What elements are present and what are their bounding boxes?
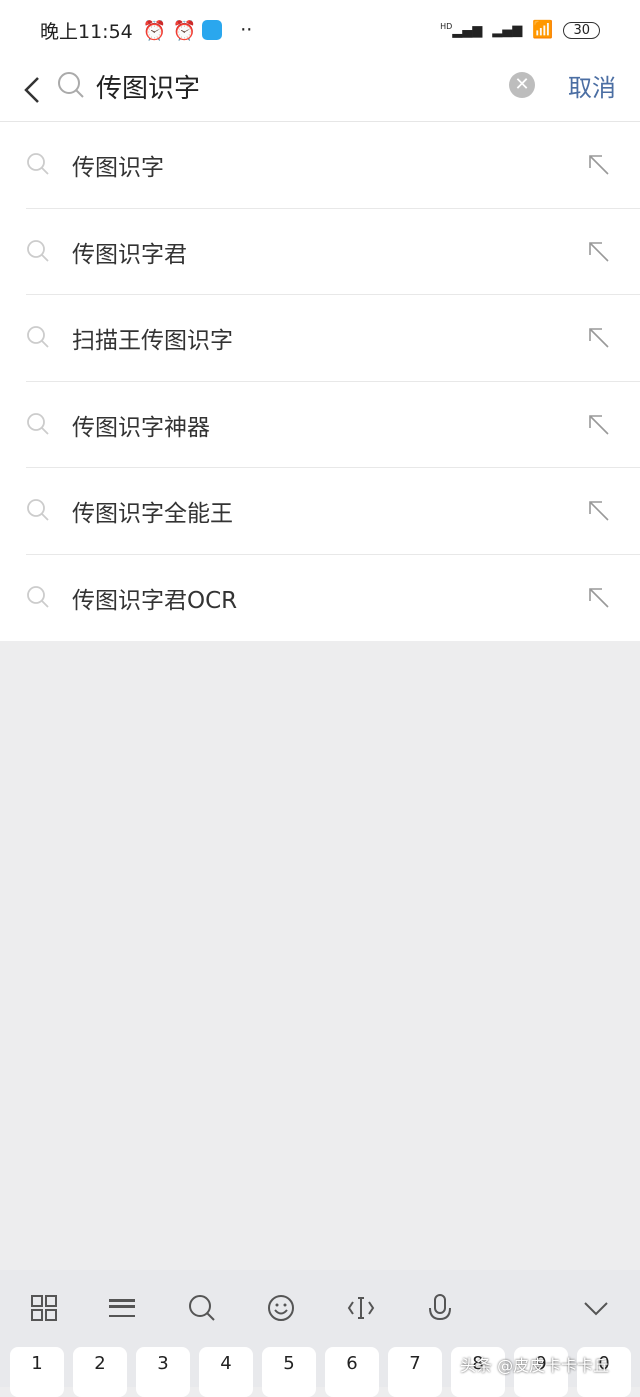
- suggestion-text: 传图识字神器: [72, 414, 210, 441]
- grid-icon[interactable]: [28, 1292, 60, 1324]
- key-1[interactable]: 1: [10, 1347, 64, 1397]
- key-3[interactable]: 3: [136, 1347, 190, 1397]
- signal-icon: HD▂▄▆: [440, 21, 483, 39]
- signal-icon: ▂▄▆: [492, 22, 523, 38]
- app-notification-icon: [202, 20, 223, 40]
- search-icon: [58, 72, 84, 98]
- search-header: 传图识字 ✕ 取消: [0, 60, 640, 122]
- fill-query-arrow-icon[interactable]: [588, 327, 610, 349]
- key-2[interactable]: 2: [73, 1347, 127, 1397]
- alarm-icon: ⏰: [142, 19, 167, 42]
- more-notifications-icon: ··: [240, 19, 253, 41]
- suggestion-text: 扫描王传图识字: [72, 328, 233, 355]
- search-icon: [27, 412, 49, 435]
- back-icon[interactable]: [20, 72, 50, 108]
- fill-query-arrow-icon[interactable]: [588, 500, 610, 522]
- alarm-icon: ⏰: [172, 19, 197, 42]
- suggestion-text: 传图识字君OCR: [72, 587, 238, 614]
- cursor-icon[interactable]: [345, 1292, 377, 1324]
- collapse-icon[interactable]: [580, 1292, 612, 1324]
- keyboard-icon[interactable]: [106, 1292, 138, 1324]
- fill-query-arrow-icon[interactable]: [588, 241, 610, 263]
- suggestion-text: 传图识字君: [72, 241, 187, 268]
- search-icon: [27, 326, 49, 348]
- status-time: 晚上11:54: [40, 20, 133, 43]
- search-icon: [27, 585, 49, 608]
- suggestion-text: 传图识字: [72, 155, 164, 182]
- search-icon: [27, 499, 49, 521]
- suggestion-item[interactable]: 传图识字君OCR: [0, 555, 640, 642]
- search-icon[interactable]: [186, 1292, 218, 1324]
- suggestion-item[interactable]: 传图识字君: [0, 209, 640, 296]
- status-bar: 晚上11:54 ⏰ ⏰ ·· HD▂▄▆ ▂▄▆ 📶 30: [0, 0, 640, 60]
- watermark: 头条 @皮皮卡卡卡丘: [460, 1356, 610, 1375]
- search-icon: [27, 239, 49, 262]
- mic-icon[interactable]: [424, 1292, 456, 1324]
- suggestion-item[interactable]: 传图识字: [0, 122, 640, 209]
- key-5[interactable]: 5: [262, 1347, 316, 1397]
- suggestion-list: 传图识字 传图识字君 扫描王传图识字 传图识字神器 传图识字全能王 传图识字君O…: [0, 122, 640, 641]
- wifi-icon: 📶: [532, 20, 554, 40]
- battery-icon: 30: [563, 21, 600, 39]
- fill-query-arrow-icon[interactable]: [588, 154, 610, 176]
- suggestion-text: 传图识字全能王: [72, 501, 233, 528]
- key-7[interactable]: 7: [388, 1347, 442, 1397]
- suggestion-item[interactable]: 传图识字神器: [0, 382, 640, 469]
- key-4[interactable]: 4: [199, 1347, 253, 1397]
- fill-query-arrow-icon[interactable]: [588, 414, 610, 436]
- key-6[interactable]: 6: [325, 1347, 379, 1397]
- search-icon: [27, 153, 49, 175]
- clear-icon[interactable]: ✕: [509, 72, 535, 98]
- suggestion-item[interactable]: 传图识字全能王: [0, 468, 640, 555]
- fill-query-arrow-icon[interactable]: [588, 587, 610, 609]
- search-input[interactable]: 传图识字: [96, 68, 200, 105]
- emoji-icon[interactable]: [265, 1292, 297, 1324]
- cancel-button[interactable]: 取消: [568, 68, 616, 103]
- suggestion-item[interactable]: 扫描王传图识字: [0, 295, 640, 382]
